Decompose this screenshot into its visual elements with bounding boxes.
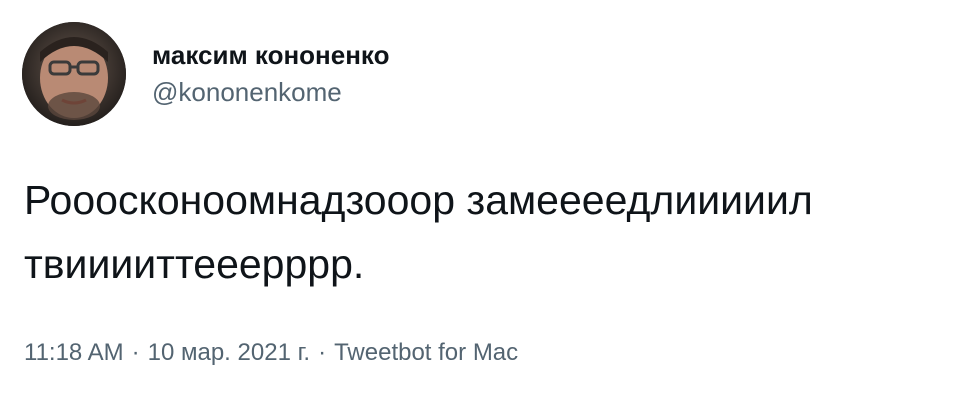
tweet-date[interactable]: 10 мар. 2021 г.	[148, 338, 310, 368]
user-avatar-photo-icon	[22, 22, 126, 126]
tweet-text: Рооосконоомнадзооор замеееедлииииил твии…	[24, 177, 813, 287]
author-display-name[interactable]: максим кононенко	[152, 39, 389, 71]
tweet-time[interactable]: 11:18 AM	[24, 338, 124, 368]
author-names: максим кононенко @kononenkome	[152, 39, 389, 109]
tweet-header: максим кононенко @kononenkome	[22, 20, 389, 128]
author-handle[interactable]: @kononenkome	[152, 75, 389, 109]
author-avatar[interactable]	[22, 22, 126, 126]
tweet-meta: 11:18 AM · 10 мар. 2021 г. · Tweetbot fo…	[24, 338, 518, 368]
meta-separator: ·	[318, 339, 327, 366]
tweet-source[interactable]: Tweetbot for Mac	[334, 338, 518, 368]
meta-separator: ·	[131, 339, 140, 366]
tweet-card: максим кононенко @kononenkome Рооосконоо…	[0, 0, 970, 402]
